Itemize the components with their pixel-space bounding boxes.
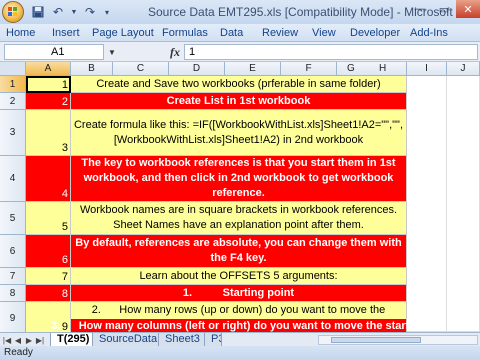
close-icon[interactable]: ✕	[456, 0, 480, 18]
last-sheet-icon[interactable]: ▶|	[35, 334, 45, 346]
tab-insert[interactable]: Insert	[52, 27, 80, 39]
tab-page-layout[interactable]: Page Layout	[92, 27, 154, 39]
cell-b8-merged[interactable]: 1. Starting point	[71, 285, 407, 302]
redo-icon[interactable]: ↷	[82, 4, 98, 20]
column-header-e[interactable]: E	[225, 62, 281, 76]
tab-review[interactable]: Review	[262, 27, 298, 39]
formula-bar: A1 ▼ fx 1	[0, 42, 480, 62]
sheet-tab-sheet3[interactable]: Sheet3	[158, 333, 207, 347]
cell-a6[interactable]: 6	[26, 235, 71, 268]
tab-view[interactable]: View	[312, 27, 336, 39]
tab-formulas[interactable]: Formulas	[162, 27, 208, 39]
cell-b1-merged[interactable]: Create and Save two workbooks (prferable…	[71, 76, 407, 93]
column-header-b[interactable]: B	[71, 62, 113, 76]
column-header-h[interactable]: H	[379, 62, 386, 75]
row-header-9[interactable]: 9	[0, 302, 26, 332]
row-header-4[interactable]: 4	[0, 156, 26, 202]
cell-b3-merged[interactable]: Create formula like this: =IF([WorkbookW…	[71, 110, 407, 156]
undo-icon[interactable]: ↶	[50, 4, 66, 20]
save-icon[interactable]	[30, 4, 46, 20]
row-header-5[interactable]: 5	[0, 202, 26, 235]
cell-b5-merged[interactable]: Workbook names are in square brackets in…	[71, 202, 407, 235]
cell-a2[interactable]: 2	[26, 93, 71, 110]
tab-developer[interactable]: Developer	[350, 27, 400, 39]
cell-a8[interactable]: 8	[26, 285, 71, 302]
name-box[interactable]: A1	[4, 44, 104, 60]
blank-column-j[interactable]	[447, 76, 480, 332]
customize-qat-icon[interactable]: ▾	[102, 4, 112, 20]
worksheet-grid[interactable]: A B C D E F G H I J 1 1 Create and Save …	[0, 62, 480, 332]
blank-column-i[interactable]	[407, 76, 447, 332]
tab-add-ins[interactable]: Add-Ins	[410, 27, 448, 39]
insert-function-icon[interactable]: fx	[170, 45, 180, 60]
column-header-c[interactable]: C	[113, 62, 169, 76]
tab-data[interactable]: Data	[220, 27, 243, 39]
column-header-d[interactable]: D	[169, 62, 225, 76]
ribbon-tabs: Home Insert Page Layout Formulas Data Re…	[0, 24, 480, 42]
window-controls: — ▭ ✕	[408, 0, 480, 18]
column-header-g-h[interactable]: G H	[337, 62, 407, 76]
office-button[interactable]	[2, 1, 24, 23]
column-header-j[interactable]: J	[447, 62, 480, 76]
cell-b6-merged[interactable]: By default, references are absolute, you…	[71, 235, 407, 268]
select-all-corner[interactable]	[0, 62, 26, 76]
title-bar: ↶ ▼ ↷ ▾ Source Data EMT295.xls [Compatib…	[0, 0, 480, 24]
cell-b2-merged[interactable]: Create List in 1st workbook	[71, 93, 407, 110]
first-sheet-icon[interactable]: |◀	[2, 334, 12, 346]
row-header-8[interactable]: 8	[0, 285, 26, 302]
row-header-6[interactable]: 6	[0, 235, 26, 268]
row-header-2[interactable]: 2	[0, 93, 26, 110]
column-header-i[interactable]: I	[407, 62, 447, 76]
office-logo-icon	[8, 7, 18, 17]
horizontal-scrollbar[interactable]	[318, 335, 478, 345]
sheet-tab-sourcedata[interactable]: SourceData	[92, 333, 165, 347]
tab-home[interactable]: Home	[6, 27, 35, 39]
row-header-7[interactable]: 7	[0, 268, 26, 285]
status-bar: Ready	[0, 346, 480, 360]
next-sheet-icon[interactable]: ▶	[24, 334, 34, 346]
formula-input[interactable]: 1	[184, 44, 478, 60]
cell-b7-merged[interactable]: Learn about the OFFSETS 5 arguments:	[71, 268, 407, 285]
cell-a5[interactable]: 5	[26, 202, 71, 235]
cell-a7[interactable]: 7	[26, 268, 71, 285]
insert-sheet-tab[interactable]: P3	[204, 333, 222, 347]
undo-dropdown-icon[interactable]: ▼	[70, 4, 78, 20]
sheet-tab-t295[interactable]: T(295)	[50, 333, 97, 347]
status-ready: Ready	[4, 347, 33, 358]
prev-sheet-icon[interactable]: ◀	[13, 334, 23, 346]
maximize-icon[interactable]: ▭	[432, 0, 456, 18]
sheet-tab-bar: |◀ ◀ ▶ ▶| T(295) SourceData Sheet3 P3	[0, 332, 480, 347]
row-header-1[interactable]: 1	[0, 76, 26, 93]
row-header-3[interactable]: 3	[0, 110, 26, 156]
cell-a3[interactable]: 3	[26, 110, 71, 156]
cell-a1[interactable]: 1	[26, 76, 71, 93]
scrollbar-thumb[interactable]	[331, 337, 421, 343]
column-header-g[interactable]: G	[347, 62, 355, 75]
column-header-f[interactable]: F	[281, 62, 337, 76]
minimize-icon[interactable]: —	[408, 0, 432, 18]
quick-access-toolbar: ↶ ▼ ↷ ▾	[30, 4, 112, 20]
cell-b10-merged[interactable]: 3. How many columns (left or right) do y…	[51, 319, 426, 332]
name-box-dropdown-icon[interactable]: ▼	[106, 44, 118, 60]
cell-b4-merged[interactable]: The key to workbook references is that y…	[71, 156, 407, 202]
column-header-a[interactable]: A	[26, 62, 71, 76]
cell-a4[interactable]: 4	[26, 156, 71, 202]
